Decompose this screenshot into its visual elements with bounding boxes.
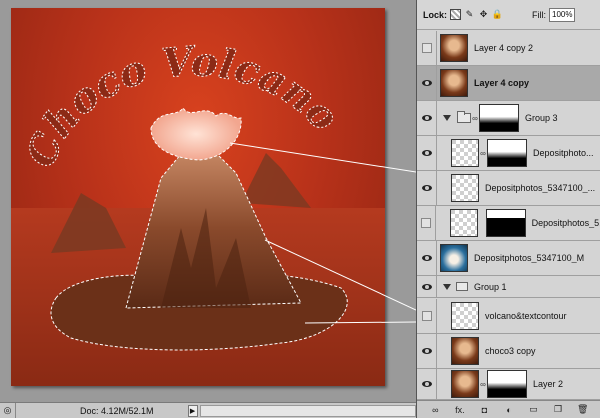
visibility-off-icon bbox=[420, 218, 431, 228]
layer-row[interactable]: ∞ Layer 2 bbox=[417, 369, 600, 400]
lock-position-icon[interactable]: ✥ bbox=[478, 9, 489, 20]
layer-row[interactable]: choco3 copy bbox=[417, 334, 600, 369]
eye-icon bbox=[421, 115, 432, 121]
folder-icon bbox=[457, 111, 471, 123]
layer-name: Group 1 bbox=[474, 281, 507, 292]
eye-icon bbox=[421, 283, 432, 290]
eye-icon bbox=[421, 185, 432, 191]
lock-transparency-icon[interactable] bbox=[450, 9, 462, 20]
layer-thumbnail bbox=[451, 370, 479, 398]
layer-thumbnail bbox=[451, 174, 479, 202]
group-row[interactable]: Group 1 bbox=[417, 276, 600, 298]
layer-row-selected[interactable]: Layer 4 copy bbox=[417, 66, 600, 101]
layer-name: Depositphotos_5347100_... bbox=[485, 183, 596, 193]
layer-thumbnail bbox=[451, 302, 479, 330]
small-volcano-right bbox=[241, 153, 311, 208]
layer-mask-thumbnail bbox=[479, 104, 519, 132]
layer-row[interactable]: Depositphotos_5347100_... bbox=[417, 171, 600, 206]
layer-name: Depositphotos_5347100_M bbox=[474, 253, 585, 263]
status-bar: ◎ Doc: 4.12M/52.1M ▶ bbox=[0, 402, 416, 418]
fill-input[interactable]: 100% bbox=[549, 7, 576, 22]
visibility-off-icon bbox=[421, 43, 432, 53]
layer-mask-thumbnail bbox=[487, 370, 527, 398]
layer-name: choco3 copy bbox=[485, 346, 536, 356]
document-workspace[interactable]: Choco Volcano bbox=[0, 0, 416, 402]
eye-icon bbox=[421, 150, 432, 156]
horizontal-scrollbar[interactable] bbox=[199, 404, 416, 417]
lock-pixels-icon[interactable]: ✎ bbox=[464, 9, 475, 20]
image-canvas[interactable]: Choco Volcano bbox=[11, 8, 385, 386]
eye-icon bbox=[421, 348, 432, 354]
layer-row[interactable]: Layer 4 copy 2 bbox=[417, 31, 600, 66]
group-expand-triangle-icon[interactable] bbox=[443, 283, 451, 290]
link-layers-icon[interactable]: ∞ bbox=[429, 404, 441, 416]
layer-name: Group 3 bbox=[525, 113, 558, 123]
visibility-toggle[interactable] bbox=[417, 66, 437, 100]
layer-style-button[interactable]: fx. bbox=[454, 404, 466, 416]
adjustment-layer-icon[interactable]: ◐ bbox=[503, 404, 515, 416]
zoom-icon[interactable]: ◎ bbox=[0, 403, 16, 418]
eye-icon bbox=[421, 255, 432, 261]
visibility-off-icon bbox=[421, 311, 432, 321]
visibility-toggle[interactable] bbox=[417, 31, 437, 65]
link-chain-icon: ∞ bbox=[480, 148, 486, 158]
layer-name: Layer 4 copy 2 bbox=[474, 43, 534, 53]
status-menu-arrow-icon[interactable]: ▶ bbox=[187, 404, 198, 417]
eye-icon bbox=[421, 381, 432, 387]
layers-panel: Lock: ✎ ✥ 🔒 Fill: 100% Layer 4 copy 2 La… bbox=[416, 0, 600, 418]
lock-bar: Lock: ✎ ✥ 🔒 Fill: 100% bbox=[417, 0, 600, 30]
document-size-info: Doc: 4.12M/52.1M bbox=[80, 405, 154, 416]
fill-label: Fill: bbox=[532, 9, 547, 20]
eye-icon bbox=[421, 80, 432, 86]
layer-thumbnail bbox=[440, 34, 468, 62]
layer-name: Layer 4 copy bbox=[474, 78, 530, 88]
visibility-toggle[interactable] bbox=[417, 369, 437, 399]
trash-icon[interactable]: 🗑 bbox=[577, 404, 589, 416]
layer-name: volcano&textcontour bbox=[485, 311, 567, 321]
visibility-toggle[interactable] bbox=[417, 101, 437, 135]
layer-name: Depositphoto... bbox=[533, 148, 594, 158]
visibility-toggle[interactable] bbox=[417, 276, 437, 297]
visibility-toggle[interactable] bbox=[417, 136, 437, 170]
layer-mask-thumbnail bbox=[485, 209, 526, 237]
layer-row[interactable]: Depositphotos_5... bbox=[417, 206, 600, 241]
new-group-icon[interactable]: ▭ bbox=[528, 404, 540, 416]
milk-splash bbox=[150, 107, 242, 161]
visibility-toggle[interactable] bbox=[417, 241, 437, 275]
layer-thumbnail bbox=[440, 69, 468, 97]
layer-row[interactable]: volcano&textcontour bbox=[417, 299, 600, 334]
link-chain-icon: ∞ bbox=[480, 379, 486, 389]
layer-row[interactable]: Depositphotos_5347100_M bbox=[417, 241, 600, 276]
lock-all-icon[interactable]: 🔒 bbox=[492, 9, 503, 20]
layer-name: Layer 2 bbox=[533, 379, 564, 389]
layer-row[interactable]: ∞ Depositphoto... bbox=[417, 136, 600, 171]
visibility-toggle[interactable] bbox=[417, 299, 437, 333]
layer-thumbnail bbox=[449, 209, 478, 237]
lock-label: Lock: bbox=[423, 9, 448, 20]
link-chain-icon: ∞ bbox=[472, 113, 478, 123]
layer-name: Depositphotos_5... bbox=[531, 218, 600, 228]
layer-mask-thumbnail bbox=[487, 139, 527, 167]
layer-thumbnail bbox=[451, 337, 479, 365]
folder-icon bbox=[456, 282, 468, 291]
new-layer-icon[interactable]: ❐ bbox=[552, 404, 564, 416]
group-row[interactable]: ∞ Group 3 bbox=[417, 101, 600, 136]
layer-thumbnail bbox=[451, 139, 479, 167]
layer-thumbnail bbox=[440, 244, 468, 272]
visibility-toggle[interactable] bbox=[417, 334, 437, 368]
visibility-toggle[interactable] bbox=[417, 171, 437, 205]
layers-panel-footer: ∞ fx. ◘ ◐ ▭ ❐ 🗑 bbox=[417, 400, 600, 418]
add-mask-icon[interactable]: ◘ bbox=[478, 404, 490, 416]
choco-volcano-artwork: Choco Volcano bbox=[11, 37, 385, 386]
visibility-toggle[interactable] bbox=[417, 206, 436, 240]
group-expand-triangle-icon[interactable] bbox=[443, 115, 451, 121]
